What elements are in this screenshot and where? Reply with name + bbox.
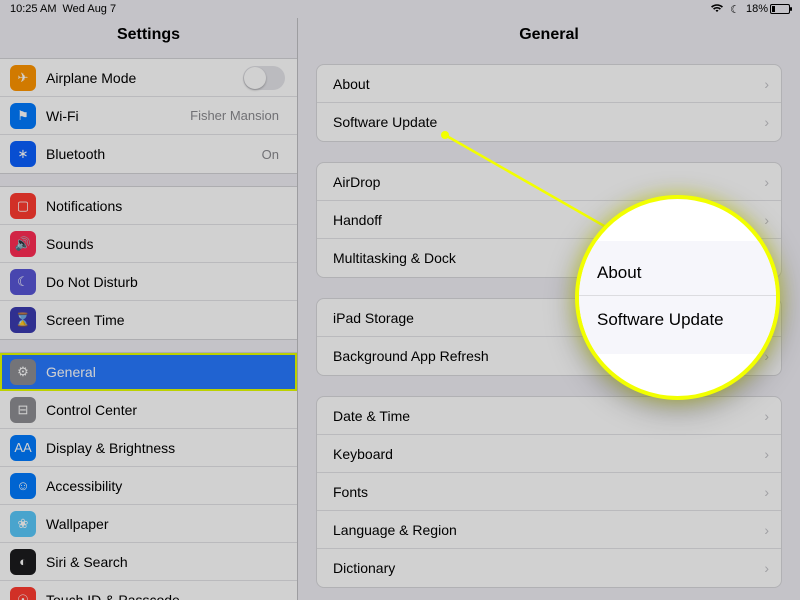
sidebar-group-notifications: ▢ Notifications 🔊 Sounds ☾ Do Not Disturb ⌛ Scr… xyxy=(0,186,297,340)
sidebar-item-wallpaper[interactable]: ❀ Wallpaper xyxy=(0,505,297,543)
sidebar-item-accessibility[interactable]: ☺ Accessibility xyxy=(0,467,297,505)
do-not-disturb-icon: ☾ xyxy=(10,269,36,295)
status-bar: 10:25 AM Wed Aug 7 ☾ 18% xyxy=(0,0,800,18)
notifications-icon: ▢ xyxy=(10,193,36,219)
sidebar-item-label: General xyxy=(46,364,285,380)
chevron-right-icon: › xyxy=(764,446,769,462)
sidebar-title: Settings xyxy=(0,18,297,58)
sidebar-item-airplane-mode[interactable]: ✈ Airplane Mode xyxy=(0,59,297,97)
sidebar-item-label: Wi-Fi xyxy=(46,108,190,124)
sidebar-item-bluetooth[interactable]: ∗ BluetoothOn xyxy=(0,135,297,173)
sidebar-item-label: Accessibility xyxy=(46,478,285,494)
sidebar-item-touch-id-passcode[interactable]: ☉ Touch ID & Passcode xyxy=(0,581,297,600)
magnifier-row: About xyxy=(579,241,776,296)
battery-percent: 18% xyxy=(746,3,768,15)
detail-row-airdrop[interactable]: AirDrop› xyxy=(317,163,781,201)
sidebar-item-display-brightness[interactable]: AA Display & Brightness xyxy=(0,429,297,467)
bluetooth-icon: ∗ xyxy=(10,141,36,167)
wi-fi-icon: ⚑ xyxy=(10,103,36,129)
sidebar-item-label: Notifications xyxy=(46,198,285,214)
detail-row-label: Keyboard xyxy=(329,446,764,462)
detail-group: Date & Time›Keyboard›Fonts›Language & Re… xyxy=(316,396,782,588)
sidebar-item-notifications[interactable]: ▢ Notifications xyxy=(0,187,297,225)
detail-group: About›Software Update› xyxy=(316,64,782,142)
sidebar-item-label: Bluetooth xyxy=(46,146,262,162)
detail-row-label: AirDrop xyxy=(329,174,764,190)
sidebar-item-label: Do Not Disturb xyxy=(46,274,285,290)
dnd-moon-icon: ☾ xyxy=(730,3,740,16)
sidebar-group-connectivity: ✈ Airplane Mode ⚑ Wi-FiFisher Mansion ∗ Bluet… xyxy=(0,58,297,174)
sidebar-item-siri-search[interactable]: ◐ Siri & Search xyxy=(0,543,297,581)
callout-magnifier: About Software Update xyxy=(575,195,780,400)
wallpaper-icon: ❀ xyxy=(10,511,36,537)
sidebar-item-value: Fisher Mansion xyxy=(190,108,279,123)
general-icon: ⚙ xyxy=(10,359,36,385)
detail-row-label: Date & Time xyxy=(329,408,764,424)
sidebar-item-label: Sounds xyxy=(46,236,285,252)
sidebar-item-screen-time[interactable]: ⌛ Screen Time xyxy=(0,301,297,339)
touch-id-passcode-icon: ☉ xyxy=(10,587,36,600)
detail-row-about[interactable]: About› xyxy=(317,65,781,103)
detail-row-fonts[interactable]: Fonts› xyxy=(317,473,781,511)
status-time: 10:25 AM xyxy=(10,3,56,15)
sidebar-item-control-center[interactable]: ⊟ Control Center xyxy=(0,391,297,429)
chevron-right-icon: › xyxy=(764,560,769,576)
detail-row-date-time[interactable]: Date & Time› xyxy=(317,397,781,435)
sidebar-group-general: ⚙ General ⊟ Control Center AA Display & Brigh… xyxy=(0,352,297,600)
sidebar-item-wi-fi[interactable]: ⚑ Wi-FiFisher Mansion xyxy=(0,97,297,135)
control-center-icon: ⊟ xyxy=(10,397,36,423)
detail-row-label: Dictionary xyxy=(329,560,764,576)
status-date: Wed Aug 7 xyxy=(62,3,116,15)
sidebar-item-label: Siri & Search xyxy=(46,554,285,570)
detail-row-language-region[interactable]: Language & Region› xyxy=(317,511,781,549)
detail-row-dictionary[interactable]: Dictionary› xyxy=(317,549,781,587)
chevron-right-icon: › xyxy=(764,522,769,538)
detail-row-keyboard[interactable]: Keyboard› xyxy=(317,435,781,473)
sidebar-item-label: Screen Time xyxy=(46,312,285,328)
sidebar-item-label: Control Center xyxy=(46,402,285,418)
battery-indicator: 18% xyxy=(746,3,790,15)
chevron-right-icon: › xyxy=(764,484,769,500)
detail-row-label: Software Update xyxy=(329,114,764,130)
detail-row-software-update[interactable]: Software Update› xyxy=(317,103,781,141)
sidebar-item-label: Airplane Mode xyxy=(46,70,243,86)
detail-row-label: Fonts xyxy=(329,484,764,500)
detail-title: General xyxy=(298,18,800,64)
sidebar-item-sounds[interactable]: 🔊 Sounds xyxy=(0,225,297,263)
airplane-mode-icon: ✈ xyxy=(10,65,36,91)
magnifier-row: Software Update xyxy=(579,296,776,354)
sounds-icon: 🔊 xyxy=(10,231,36,257)
chevron-right-icon: › xyxy=(764,174,769,190)
airplane-mode-switch[interactable] xyxy=(243,66,285,90)
chevron-right-icon: › xyxy=(764,212,769,228)
sidebar-item-value: On xyxy=(262,147,279,162)
sidebar-item-label: Wallpaper xyxy=(46,516,285,532)
sidebar-item-label: Touch ID & Passcode xyxy=(46,592,285,600)
settings-sidebar: Settings ✈ Airplane Mode ⚑ Wi-FiFisher Mans… xyxy=(0,18,298,600)
chevron-right-icon: › xyxy=(764,76,769,92)
chevron-right-icon: › xyxy=(764,114,769,130)
sidebar-item-general[interactable]: ⚙ General xyxy=(0,353,297,391)
sidebar-item-do-not-disturb[interactable]: ☾ Do Not Disturb xyxy=(0,263,297,301)
display-brightness-icon: AA xyxy=(10,435,36,461)
wifi-icon xyxy=(710,3,724,16)
detail-row-label: Language & Region xyxy=(329,522,764,538)
sidebar-item-label: Display & Brightness xyxy=(46,440,285,456)
detail-row-label: About xyxy=(329,76,764,92)
chevron-right-icon: › xyxy=(764,408,769,424)
siri-search-icon: ◐ xyxy=(10,549,36,575)
accessibility-icon: ☺ xyxy=(10,473,36,499)
screen-time-icon: ⌛ xyxy=(10,307,36,333)
